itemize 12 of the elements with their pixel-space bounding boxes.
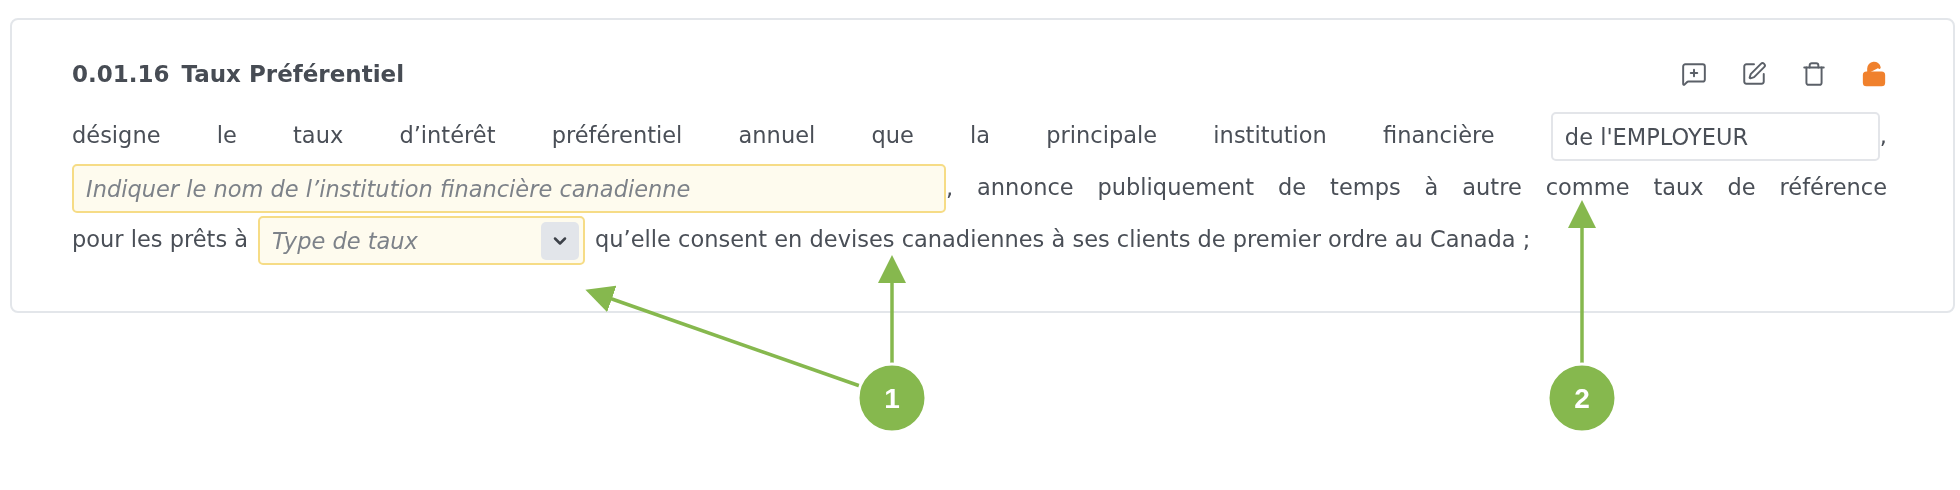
callout-marker: 1 [856,362,928,434]
select-field[interactable]: Type de taux [258,216,586,265]
text-field[interactable]: de l'EMPLOYEUR [1550,112,1880,161]
clause-text: pour les prêts à [72,226,249,252]
clause-text: , [1879,122,1887,148]
clause-title: Taux Préférentiel [181,60,405,87]
clause-text: qu’elle consent en devises canadiennes à ses clients de premier ordre au Canada ; [595,226,1531,252]
callout-marker: 2 [1546,362,1618,434]
clause-text: désigne le taux d’intérêt préférentiel annuel que la principale institution financière [72,122,1495,148]
clause-text: , annonce publiquement de temps à autre comme taux de référence [946,174,1887,200]
text-field[interactable]: Indiquer le nom de l’institution financière canadienne [72,164,946,213]
clause-number: 0.01.16 [72,60,170,87]
